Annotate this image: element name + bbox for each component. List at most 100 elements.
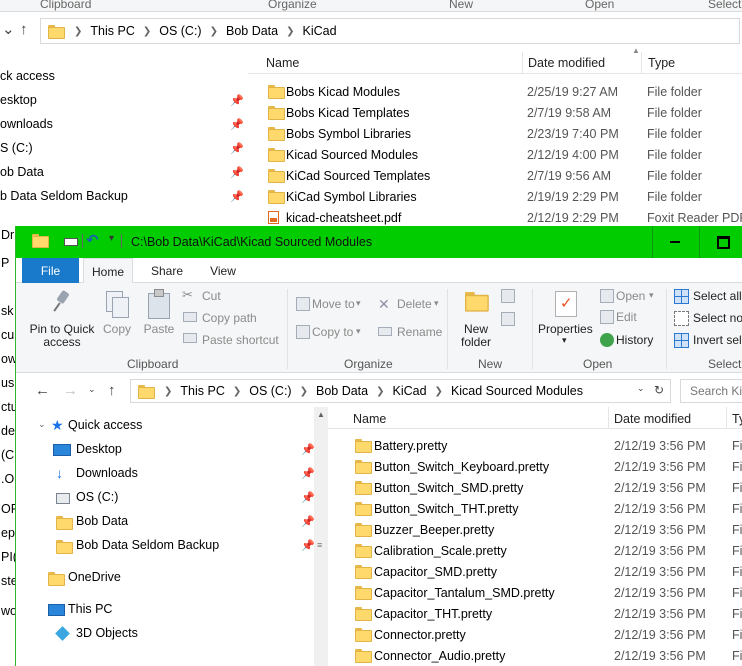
delete-button[interactable]: Delete — [397, 298, 432, 311]
copy-button[interactable]: Copy — [102, 323, 132, 336]
nav-desktop[interactable]: Desktop 📌 — [16, 438, 315, 462]
back-crumb-kicad[interactable]: KiCad — [300, 24, 340, 38]
table-row[interactable]: Connector.pretty 2/12/19 3:56 PM Fi — [328, 624, 742, 645]
crumb-os-c[interactable]: OS (C:) — [246, 384, 294, 398]
nav-bob-data[interactable]: Bob Data 📌 — [16, 510, 315, 534]
nav-onedrive[interactable]: OneDrive — [16, 566, 314, 590]
back-nav-os-c[interactable]: S (C:) 📌 — [0, 137, 248, 161]
customize-quick-access-dropdown-icon[interactable]: ▾ — [109, 233, 114, 244]
select-none-button[interactable]: Select no — [693, 312, 742, 325]
back-up-arrow-icon[interactable]: ⌄ — [2, 20, 15, 38]
back-crumb-os-c[interactable]: OS (C:) — [156, 24, 204, 38]
col-date-modified[interactable]: Date modified — [614, 412, 691, 426]
fragment-text: PI( — [1, 550, 15, 564]
back-file-row[interactable]: KiCad Sourced Templates 2/7/19 9:56 AM Fil… — [248, 165, 742, 186]
search-input[interactable]: Search Kic — [680, 379, 742, 403]
table-row[interactable]: Button_Switch_THT.pretty 2/12/19 3:56 PM F… — [328, 498, 742, 519]
back-nav-bob-data[interactable]: ob Data 📌 — [0, 161, 248, 185]
copy-path-button[interactable]: Copy path — [202, 312, 257, 325]
maximize-button[interactable] — [700, 226, 742, 258]
back-crumb-bob-data[interactable]: Bob Data — [223, 24, 281, 38]
title-bar[interactable]: ↶ ▾ C:\Bob Data\KiCad\Kicad Sourced Modu… — [16, 226, 742, 258]
address-history-chevron-down-icon[interactable]: ⌄ — [637, 383, 645, 394]
new-item-icon[interactable] — [501, 289, 515, 303]
edit-button[interactable]: Edit — [616, 311, 637, 324]
move-to-button[interactable]: Move to — [312, 298, 355, 311]
back-col-name[interactable]: Name — [266, 56, 299, 70]
column-divider[interactable] — [608, 407, 609, 429]
back-crumb-this-pc[interactable]: This PC — [87, 24, 137, 38]
open-button[interactable]: Open — [616, 290, 645, 303]
history-button[interactable]: History — [616, 334, 653, 347]
back-file-row[interactable]: kicad-cheatsheet.pdf 2/12/19 2:29 PM Foxit… — [248, 207, 742, 228]
nav-downloads[interactable]: ↓ Downloads 📌 — [16, 462, 315, 486]
col-type[interactable]: Ty — [732, 412, 742, 426]
back-nav-quick-access[interactable]: ck access — [0, 65, 248, 89]
back-col-type[interactable]: Type — [648, 56, 675, 70]
tab-view[interactable]: View — [198, 258, 248, 283]
tab-share[interactable]: Share — [142, 258, 192, 283]
nav-os-c[interactable]: OS (C:) 📌 — [16, 486, 315, 510]
group-label-new: New — [478, 357, 503, 371]
up-folder-icon[interactable]: ↑ — [108, 382, 116, 399]
paste-button[interactable]: Paste — [142, 323, 176, 336]
back-file-row[interactable]: Bobs Kicad Modules 2/25/19 9:27 AM File fo… — [248, 81, 742, 102]
copy-to-button[interactable]: Copy to — [312, 326, 353, 339]
table-row[interactable]: Calibration_Scale.pretty 2/12/19 3:56 PM F… — [328, 540, 742, 561]
table-row[interactable]: Capacitor_SMD.pretty 2/12/19 3:56 PM Fi — [328, 561, 742, 582]
new-folder-button[interactable]: New folder — [456, 323, 496, 349]
table-row[interactable]: Button_Switch_SMD.pretty 2/12/19 3:56 PM F… — [328, 477, 742, 498]
fragment-text: sk — [1, 304, 14, 318]
paste-shortcut-button[interactable]: Paste shortcut — [202, 334, 279, 347]
address-bar[interactable]: ❯ This PC ❯ OS (C:) ❯ Bob Data ❯ KiCad ❯… — [130, 379, 671, 403]
table-row[interactable]: Capacitor_THT.pretty 2/12/19 3:56 PM Fi — [328, 603, 742, 624]
table-row[interactable]: Capacitor_Tantalum_SMD.pretty 2/12/19 3:5… — [328, 582, 742, 603]
table-row[interactable]: Battery.pretty 2/12/19 3:56 PM Fi — [328, 435, 742, 456]
crumb-kicad[interactable]: KiCad — [390, 384, 430, 398]
pin-to-quick-access-button[interactable]: Pin to Quick access — [28, 323, 96, 349]
back-file-row[interactable]: KiCad Symbol Libraries 2/19/19 2:29 PM Fil… — [248, 186, 742, 207]
back-file-row[interactable]: Bobs Kicad Templates 2/7/19 9:58 AM File f… — [248, 102, 742, 123]
column-divider[interactable] — [641, 52, 642, 74]
nav-3d-objects[interactable]: 3D Objects — [16, 622, 314, 646]
table-row[interactable]: Button_Switch_Keyboard.pretty 2/12/19 3:5… — [328, 456, 742, 477]
chevron-right-icon: ❯ — [286, 25, 295, 37]
back-file-row[interactable]: Kicad Sourced Modules 2/12/19 4:00 PM File… — [248, 144, 742, 165]
column-divider[interactable] — [726, 407, 727, 429]
back-address-bar[interactable]: ❯ This PC ❯ OS (C:) ❯ Bob Data ❯ KiCad — [40, 18, 740, 44]
back-nav-downloads[interactable]: ownloads 📌 — [0, 113, 248, 137]
table-row[interactable]: Buzzer_Beeper.pretty 2/12/19 3:56 PM Fi — [328, 519, 742, 540]
scrollbar-grip[interactable]: ≡ — [317, 540, 322, 550]
crumb-bob-data[interactable]: Bob Data — [313, 384, 371, 398]
scroll-up-arrow-icon[interactable]: ▲ — [317, 410, 325, 419]
forward-arrow-icon[interactable]: → — [63, 382, 78, 399]
table-row[interactable]: Connector_Audio.pretty 2/12/19 3:56 PM Fi — [328, 645, 742, 666]
tab-home[interactable]: Home — [83, 258, 133, 284]
nav-this-pc[interactable]: This PC — [16, 598, 314, 622]
back-arrow-icon[interactable]: ← — [35, 382, 50, 399]
crumb-this-pc[interactable]: This PC — [177, 384, 227, 398]
back-nav-desktop[interactable]: esktop 📌 — [0, 89, 248, 113]
back-nav-bob-data-seldom-backup[interactable]: b Data Seldom Backup 📌 — [0, 185, 248, 209]
rename-button[interactable]: Rename — [397, 326, 442, 339]
column-divider[interactable] — [522, 52, 523, 74]
refresh-icon[interactable]: ↻ — [654, 383, 664, 397]
easy-access-icon[interactable] — [501, 312, 515, 326]
undo-icon[interactable]: ↶ — [86, 231, 99, 249]
minimize-button[interactable] — [652, 226, 698, 258]
nav-quick-access[interactable]: ⌄ ★ Quick access — [16, 414, 314, 438]
col-name[interactable]: Name — [353, 412, 386, 426]
cut-button[interactable]: Cut — [202, 290, 221, 303]
invert-selection-button[interactable]: Invert sele — [693, 334, 742, 347]
navigation-scrollbar[interactable]: ▲ ≡ — [314, 407, 328, 666]
properties-quick-access-icon[interactable] — [64, 238, 78, 246]
select-all-button[interactable]: Select all — [693, 290, 742, 303]
back-up-folder-icon[interactable]: ↑ — [20, 21, 28, 38]
nav-bob-data-seldom-backup[interactable]: Bob Data Seldom Backup 📌 — [16, 534, 315, 558]
back-nav-label: ownloads — [0, 117, 53, 131]
back-col-date-modified[interactable]: Date modified — [528, 56, 605, 70]
tab-file[interactable]: File — [22, 258, 79, 283]
back-file-row[interactable]: Bobs Symbol Libraries 2/23/19 7:40 PM File… — [248, 123, 742, 144]
crumb-kicad-sourced-modules[interactable]: Kicad Sourced Modules — [448, 384, 586, 398]
recent-locations-chevron-down-icon[interactable]: ⌄ — [88, 384, 96, 395]
